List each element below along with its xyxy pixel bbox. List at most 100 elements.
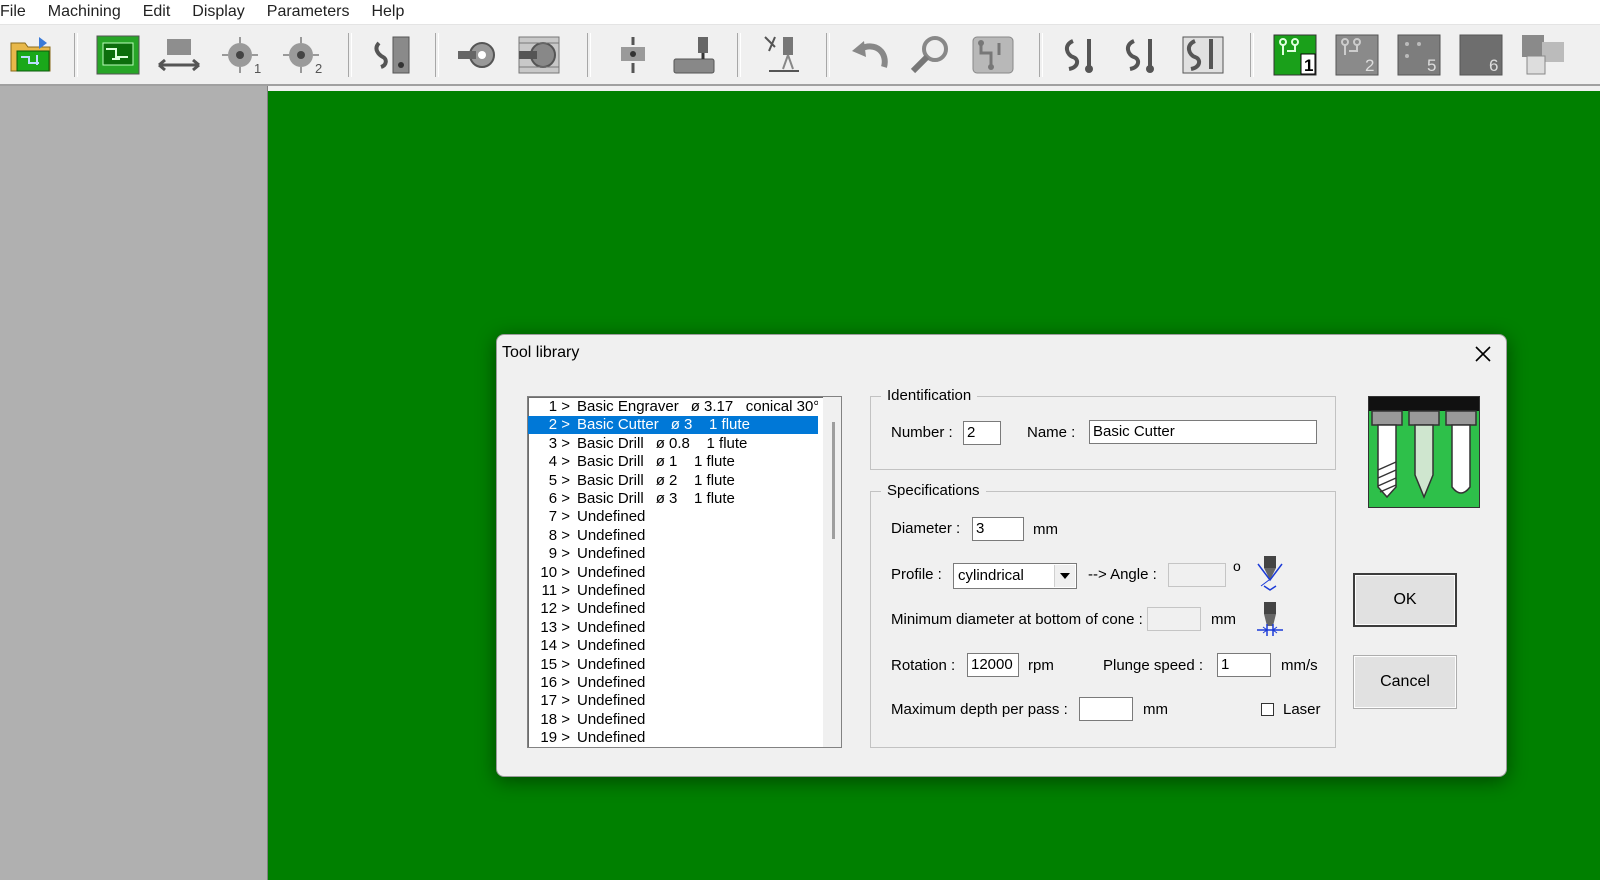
multipad-icon[interactable] [516, 32, 562, 78]
tool-name: Undefined [577, 545, 646, 563]
routing-icon[interactable] [370, 32, 416, 78]
cnc-spindle-icon[interactable] [671, 32, 717, 78]
cancel-button[interactable]: Cancel [1353, 655, 1457, 709]
identification-title: Identification [881, 387, 978, 404]
rotation-unit: rpm [1028, 657, 1054, 674]
tool-number: 6 > [548, 490, 570, 507]
layer-5-button[interactable]: 5 [1396, 32, 1442, 78]
scroll-thumb[interactable] [832, 422, 835, 539]
tool-name: Basic Cutter [577, 416, 659, 434]
tool-list-item[interactable]: 7 > Undefined [528, 508, 818, 526]
left-panel [0, 86, 268, 880]
tool-list-item[interactable]: 19 > Undefined [528, 729, 818, 747]
layer-1-label: 1 [1304, 56, 1313, 75]
menu-file[interactable]: File [0, 3, 36, 21]
tool-list-item[interactable]: 12 > Undefined [528, 600, 818, 618]
layer-6-button[interactable]: 6 [1458, 32, 1504, 78]
tool-spec: ø 3 1 flute [655, 490, 735, 507]
zoom-icon[interactable] [908, 32, 954, 78]
toolbar-separator [74, 33, 78, 77]
max-depth-unit: mm [1143, 701, 1168, 718]
tool-name: Basic Drill [577, 434, 644, 452]
layer-2-button[interactable]: 2 [1334, 32, 1380, 78]
angle-input[interactable] [1168, 563, 1226, 587]
track-3-icon[interactable] [1180, 32, 1226, 78]
tool-list-item[interactable]: 14 > Undefined [528, 637, 818, 655]
layer-1-button[interactable]: 1 [1272, 32, 1318, 78]
tool-list-item[interactable]: 1 > Basic Engraver ø 3.17 conical 30° [528, 398, 818, 416]
tool-list-item[interactable]: 2 > Basic Cutter ø 3 1 flute [528, 416, 818, 435]
laser-icon[interactable] [758, 32, 804, 78]
tool-list[interactable]: 1 > Basic Engraver ø 3.17 conical 30° 2 > Ba… [527, 396, 842, 748]
open-board-icon[interactable] [8, 32, 54, 78]
tool-number: 3 > [548, 434, 570, 452]
cone-bottom-diameter-icon [1257, 602, 1283, 636]
tool-list-item[interactable]: 13 > Undefined [528, 619, 818, 637]
tool-name: Basic Drill [577, 471, 644, 489]
tool-list-scrollbar[interactable] [823, 397, 841, 747]
undo-icon[interactable] [847, 32, 893, 78]
diameter-input[interactable]: 3 [972, 517, 1024, 541]
dialog-title: Tool library [502, 344, 580, 361]
number-input[interactable]: 2 [963, 421, 1001, 445]
tool-library-dialog: Tool library 1 > Basic Engraver ø 3.17 con… [496, 334, 1507, 777]
laser-checkbox[interactable] [1261, 703, 1274, 716]
align-icon[interactable] [156, 32, 202, 78]
min-diameter-input[interactable] [1147, 607, 1201, 631]
tool-number: 7 > [548, 508, 570, 526]
max-depth-input[interactable] [1079, 697, 1133, 721]
tool-name: Undefined [577, 582, 646, 599]
tool-name: Basic Engraver [577, 398, 679, 415]
profile-select[interactable]: cylindrical [953, 563, 1077, 589]
tool-list-item[interactable]: 4 > Basic Drill ø 1 1 flute [528, 453, 818, 471]
tool-list-item[interactable]: 17 > Undefined [528, 692, 818, 710]
tool-list-item[interactable]: 16 > Undefined [528, 674, 818, 692]
tool-name: Undefined [577, 655, 646, 673]
plunge-speed-input[interactable]: 1 [1217, 653, 1271, 677]
cone-angle-icon [1257, 556, 1283, 591]
toolbar-separator [737, 33, 741, 77]
tool-list-item[interactable]: 6 > Basic Drill ø 3 1 flute [528, 490, 818, 508]
laser-label: Laser [1283, 701, 1321, 718]
rotation-input[interactable]: 12000 [967, 653, 1019, 677]
menu-parameters[interactable]: Parameters [267, 3, 360, 21]
svg-text:1: 1 [254, 61, 261, 75]
pcb-board-icon[interactable] [95, 32, 141, 78]
tool-number: 15 > [540, 655, 570, 673]
tool-list-item[interactable]: 9 > Undefined [528, 545, 818, 563]
chevron-down-icon[interactable] [1054, 565, 1075, 587]
tool-list-item[interactable]: 5 > Basic Drill ø 2 1 flute [528, 472, 818, 490]
number-label: Number : [891, 424, 953, 441]
tool-list-item[interactable]: 3 > Basic Drill ø 0.8 1 flute [528, 435, 818, 453]
menu-display[interactable]: Display [192, 3, 254, 21]
circuit-icon[interactable] [970, 32, 1016, 78]
angle-label: --> Angle : [1088, 566, 1157, 583]
track-1-icon[interactable] [1058, 32, 1104, 78]
menu-help[interactable]: Help [371, 3, 414, 21]
drill-side-1-icon[interactable]: 1 [217, 32, 263, 78]
name-input[interactable]: Basic Cutter [1089, 420, 1317, 444]
all-layers-icon[interactable] [1520, 32, 1566, 78]
tool-number: 2 > [548, 416, 570, 434]
max-depth-label: Maximum depth per pass : [891, 701, 1068, 718]
toolbar-separator [826, 33, 830, 77]
track-2-icon[interactable] [1119, 32, 1165, 78]
toolbar: 1 2 1 2 5 6 [0, 25, 1600, 86]
tool-list-item[interactable]: 11 > Undefined [528, 582, 818, 600]
tool-list-item[interactable]: 18 > Undefined [528, 711, 818, 729]
tool-name: Undefined [577, 563, 646, 581]
drill-side-2-icon[interactable]: 2 [278, 32, 324, 78]
tool-name: Undefined [577, 637, 646, 655]
menu-edit[interactable]: Edit [143, 3, 181, 21]
tool-spec: ø 3.17 conical 30° [690, 398, 818, 415]
pad-icon[interactable] [455, 32, 501, 78]
tool-list-item[interactable]: 8 > Undefined [528, 527, 818, 545]
probe-icon[interactable] [610, 32, 656, 78]
ok-button[interactable]: OK [1353, 573, 1457, 627]
tool-list-item[interactable]: 10 > Undefined [528, 564, 818, 582]
tool-list-item[interactable]: 15 > Undefined [528, 656, 818, 674]
tool-name: Basic Drill [577, 453, 644, 471]
menu-machining[interactable]: Machining [48, 3, 131, 21]
tool-number: 10 > [540, 563, 570, 581]
close-button[interactable] [1470, 341, 1496, 367]
